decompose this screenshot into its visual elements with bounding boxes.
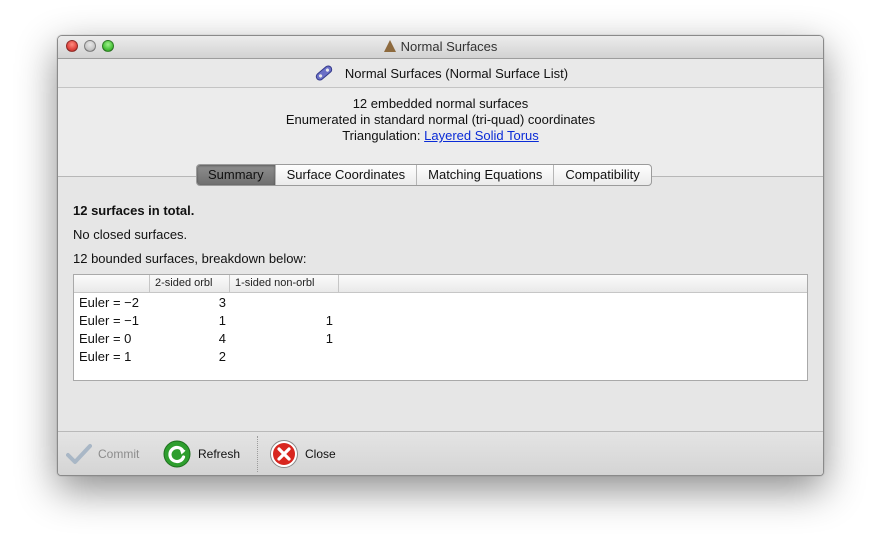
refresh-icon bbox=[163, 440, 191, 468]
triangulation-prefix: Triangulation: bbox=[342, 128, 421, 143]
column-header-euler[interactable] bbox=[74, 275, 150, 292]
minimize-window-button[interactable] bbox=[84, 40, 96, 52]
tab-summary[interactable]: Summary bbox=[197, 165, 276, 185]
summary-total: 12 surfaces in total. bbox=[73, 203, 195, 218]
row-label: Euler = 1 bbox=[79, 349, 132, 364]
window-title: Normal Surfaces bbox=[400, 39, 498, 54]
row-label: Euler = 0 bbox=[79, 331, 132, 346]
summary-bounded: 12 bounded surfaces, breakdown below: bbox=[73, 251, 307, 266]
zoom-window-button[interactable] bbox=[102, 40, 114, 52]
packet-link-icon bbox=[315, 65, 333, 81]
toolbar-separator bbox=[257, 436, 258, 472]
window-title-group: Normal Surfaces bbox=[383, 36, 498, 58]
tab-bar: Summary Surface Coordinates Matching Equ… bbox=[196, 164, 652, 186]
tab-matching-equations[interactable]: Matching Equations bbox=[417, 165, 555, 185]
euler-breakdown-table[interactable]: 2-sided orbl 1-sided non-orbl Euler = −2… bbox=[73, 274, 808, 381]
table-row: Euler = −2 3 bbox=[74, 294, 807, 312]
checkmark-icon bbox=[66, 444, 92, 464]
two-sided-count: 3 bbox=[218, 295, 226, 310]
close-label: Close bbox=[305, 447, 336, 461]
title-bar[interactable]: Normal Surfaces bbox=[58, 36, 823, 59]
table-row: Euler = 0 4 1 bbox=[74, 330, 807, 348]
row-label: Euler = −2 bbox=[79, 295, 139, 310]
row-label: Euler = −1 bbox=[79, 313, 139, 328]
surface-list-info: 12 embedded normal surfaces Enumerated i… bbox=[58, 96, 823, 144]
refresh-label: Refresh bbox=[198, 447, 241, 461]
summary-closed: No closed surfaces. bbox=[73, 227, 188, 242]
tab-surface-coordinates[interactable]: Surface Coordinates bbox=[276, 165, 418, 185]
normal-surfaces-window: Normal Surfaces Normal Surfaces (Normal … bbox=[57, 35, 824, 476]
close-icon bbox=[270, 440, 298, 468]
two-sided-count: 4 bbox=[218, 331, 226, 346]
two-sided-count: 1 bbox=[218, 313, 226, 328]
column-header-one-sided[interactable]: 1-sided non-orbl bbox=[230, 275, 339, 292]
close-button[interactable]: Close bbox=[269, 440, 336, 468]
close-window-button[interactable] bbox=[66, 40, 78, 52]
refresh-button[interactable]: Refresh bbox=[162, 440, 240, 468]
commit-label: Commit bbox=[98, 447, 140, 461]
packet-header: Normal Surfaces (Normal Surface List) bbox=[58, 59, 823, 88]
triangulation-line: Triangulation: Layered Solid Torus bbox=[58, 128, 823, 144]
packet-header-label: Normal Surfaces (Normal Surface List) bbox=[344, 65, 569, 81]
triangulation-link[interactable]: Layered Solid Torus bbox=[424, 128, 539, 143]
tab-compatibility[interactable]: Compatibility bbox=[554, 165, 650, 185]
surface-count-text: 12 embedded normal surfaces bbox=[352, 96, 529, 111]
app-triangle-icon bbox=[383, 40, 396, 52]
table-row: Euler = 1 2 bbox=[74, 348, 807, 366]
table-row: Euler = −1 1 1 bbox=[74, 312, 807, 330]
one-sided-count: 1 bbox=[325, 331, 333, 346]
two-sided-count: 2 bbox=[218, 349, 226, 364]
table-header: 2-sided orbl 1-sided non-orbl bbox=[74, 275, 807, 293]
coordinate-system-text: Enumerated in standard normal (tri-quad)… bbox=[285, 112, 596, 127]
one-sided-count: 1 bbox=[325, 313, 333, 328]
commit-button[interactable]: Commit bbox=[66, 440, 139, 468]
bottom-toolbar: Commit Refresh Close bbox=[58, 431, 823, 475]
column-header-two-sided[interactable]: 2-sided orbl bbox=[150, 275, 230, 292]
